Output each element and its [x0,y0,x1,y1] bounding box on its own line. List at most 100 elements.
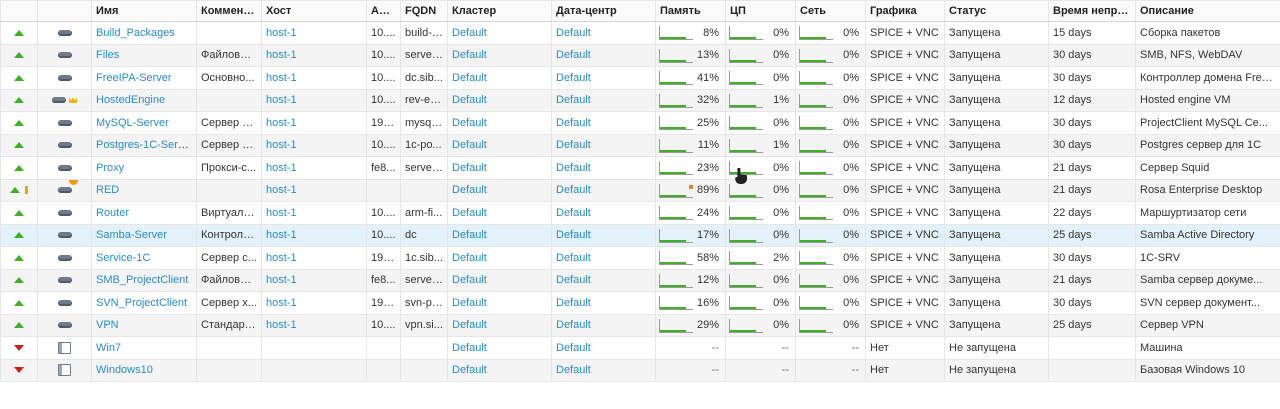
vm-row[interactable]: FreeIPA-Server Основно... host-1 10.... dc.s… [0,66,1280,90]
column-header-0[interactable] [0,0,38,22]
vm-name-link[interactable]: Service-1C [96,252,150,264]
cluster-link[interactable]: Default [452,364,487,376]
datacenter-link[interactable]: Default [556,184,591,196]
vm-name-link[interactable]: Win7 [96,342,121,354]
cluster-link[interactable]: Default [452,297,487,309]
datacenter-link[interactable]: Default [556,139,591,151]
vm-row[interactable]: Proxy Прокси-с... host-1 fe8... server... Def… [0,156,1280,180]
vm-name-link[interactable]: Files [96,49,119,61]
column-header-12[interactable]: Графика [865,0,945,22]
datacenter-link[interactable]: Default [556,364,591,376]
cpu-value: 0% [773,229,789,242]
status-up-arrow-icon [14,299,24,306]
vm-row[interactable]: Build_Packages host-1 10.... build-f... Defa… [0,21,1280,45]
vm-name-link[interactable]: Router [96,207,129,219]
column-header-1[interactable] [37,0,92,22]
cluster-link[interactable]: Default [452,252,487,264]
vm-row[interactable]: HostedEngine host-1 10.... rev-en... Default… [0,88,1280,112]
vm-row[interactable]: SMB_ProjectClient Файловы... host-1 fe8... s… [0,268,1280,292]
cluster-link[interactable]: Default [452,162,487,174]
vm-state-cell [0,43,38,67]
datacenter-link[interactable]: Default [556,342,591,354]
host-link[interactable]: host-1 [266,49,297,61]
host-link[interactable]: host-1 [266,117,297,129]
host-link[interactable]: host-1 [266,72,297,84]
memory-cell: 16% [655,291,726,315]
vm-name-link[interactable]: RED [96,184,119,196]
column-header-14[interactable]: Время непреры [1048,0,1136,22]
datacenter-link[interactable]: Default [556,27,591,39]
column-header-15[interactable]: Описание [1135,0,1280,22]
vm-name-link[interactable]: FreeIPA-Server [96,72,172,84]
vm-name-link[interactable]: Proxy [96,162,124,174]
column-header-3[interactable]: Комментар [196,0,262,22]
datacenter-link[interactable]: Default [556,229,591,241]
datacenter-link[interactable]: Default [556,319,591,331]
column-header-6[interactable]: FQDN [400,0,448,22]
vm-name-link[interactable]: HostedEngine [96,94,165,106]
datacenter-link[interactable]: Default [556,252,591,264]
column-header-13[interactable]: Статус [944,0,1049,22]
host-link[interactable]: host-1 [266,94,297,106]
host-link[interactable]: host-1 [266,252,297,264]
vm-name-link[interactable]: SVN_ProjectClient [96,297,187,309]
vm-row[interactable]: Samba-Server Контролл... host-1 10.... dc Def… [0,223,1280,247]
cluster-link[interactable]: Default [452,117,487,129]
host-link[interactable]: host-1 [266,319,297,331]
vm-row[interactable]: Files Файловы... host-1 10.... server... Defa… [0,43,1280,67]
host-link[interactable]: host-1 [266,207,297,219]
vm-name-link[interactable]: SMB_ProjectClient [96,274,188,286]
cluster-link[interactable]: Default [452,139,487,151]
vm-row[interactable]: Win7 Default Default -- -- -- Нет Не запущена Ма… [0,336,1280,360]
vm-row[interactable]: Postgres-1C-Server Сервер P... host-1 10...… [0,133,1280,157]
datacenter-link[interactable]: Default [556,94,591,106]
cluster-link[interactable]: Default [452,27,487,39]
datacenter-link[interactable]: Default [556,297,591,309]
vm-row[interactable]: VPN Стандарт... host-1 10.... vpn.si... Defau… [0,313,1280,337]
datacenter-link[interactable]: Default [556,49,591,61]
datacenter-link[interactable]: Default [556,162,591,174]
column-header-9[interactable]: Память [655,0,726,22]
cluster-link[interactable]: Default [452,94,487,106]
cluster-link[interactable]: Default [452,184,487,196]
vm-row[interactable]: Windows10 Default Default -- -- -- Нет Не запущ… [0,358,1280,382]
host-link[interactable]: host-1 [266,139,297,151]
cluster-link[interactable]: Default [452,49,487,61]
datacenter-link[interactable]: Default [556,117,591,129]
column-header-11[interactable]: Сеть [795,0,866,22]
vm-name-link[interactable]: Windows10 [96,364,153,376]
cluster-link[interactable]: Default [452,229,487,241]
vm-row[interactable]: RED host-1 Default Default 89% 0% 0% SPICE + VN… [0,178,1280,202]
datacenter-link[interactable]: Default [556,72,591,84]
host-link[interactable]: host-1 [266,162,297,174]
column-header-4[interactable]: Хост [261,0,367,22]
vm-name-link[interactable]: Build_Packages [96,27,175,39]
column-header-7[interactable]: Кластер [447,0,552,22]
cluster-link[interactable]: Default [452,207,487,219]
vm-name-link[interactable]: VPN [96,319,119,331]
host-link[interactable]: host-1 [266,274,297,286]
column-header-10[interactable]: ЦП [725,0,796,22]
column-header-5[interactable]: Адрес [366,0,401,22]
vm-name-link[interactable]: Postgres-1C-Server [96,139,193,151]
vm-type-cell [37,111,92,135]
cluster-link[interactable]: Default [452,72,487,84]
cluster-link[interactable]: Default [452,319,487,331]
cluster-link[interactable]: Default [452,274,487,286]
memory-sparkline [659,206,693,220]
host-link[interactable]: host-1 [266,27,297,39]
vm-name-link[interactable]: MySQL-Server [96,117,169,129]
vm-row[interactable]: MySQL-Server Сервер M... host-1 192.... mysq… [0,111,1280,135]
column-header-2[interactable]: Имя [91,0,197,22]
vm-row[interactable]: Service-1C Сервер с... host-1 192.... 1c.sib… [0,246,1280,270]
host-link[interactable]: host-1 [266,184,297,196]
datacenter-link[interactable]: Default [556,207,591,219]
host-link[interactable]: host-1 [266,229,297,241]
vm-row[interactable]: SVN_ProjectClient Сервер х... host-1 192...… [0,291,1280,315]
datacenter-link[interactable]: Default [556,274,591,286]
cluster-link[interactable]: Default [452,342,487,354]
host-link[interactable]: host-1 [266,297,297,309]
vm-name-link[interactable]: Samba-Server [96,229,167,241]
column-header-8[interactable]: Дата-центр [551,0,656,22]
vm-row[interactable]: Router Виртуаль... host-1 10.... arm-fi... De… [0,201,1280,225]
